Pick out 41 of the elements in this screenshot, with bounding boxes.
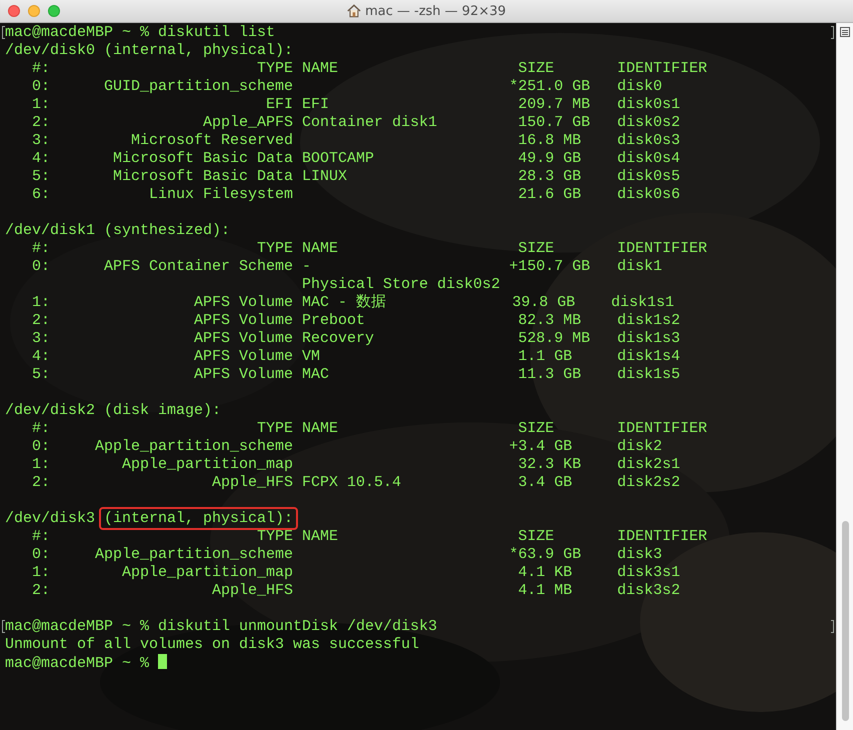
terminal-line: /dev/disk2 (disk image):	[5, 402, 222, 419]
terminal-line: 0: Apple_partition_scheme +3.4 GB disk2	[31, 438, 662, 455]
terminal-line: mac@macdeMBP ~ % diskutil unmountDisk /dev/disk3	[5, 618, 438, 635]
terminal-line: Physical Store disk0s2	[301, 276, 500, 293]
terminal-line: 1: EFI EFI 209.7 MB disk0s1	[31, 96, 680, 113]
terminal-line: 1: Apple_partition_map 32.3 KB disk2s1	[31, 456, 680, 473]
terminal-line: 2: Apple_HFS 4.1 MB disk3s2	[31, 582, 680, 599]
terminal-line: 6: Linux Filesystem 21.6 GB disk0s6	[31, 186, 680, 203]
terminal-line: 0: GUID_partition_scheme *251.0 GB disk0	[31, 78, 662, 95]
terminal-line: 5: APFS Volume MAC 11.3 GB disk1s5	[31, 366, 680, 383]
terminal-line: 2: Apple_APFS Container disk1 150.7 GB disk0s2	[31, 114, 680, 131]
terminal-line: #: TYPE NAME SIZE IDENTIFIER	[31, 240, 708, 257]
terminal-line: 2: APFS Volume Preboot 82.3 MB disk1s2	[31, 312, 680, 329]
terminal-line: 4: Microsoft Basic Data BOOTCAMP 49.9 GB disk0s4	[31, 150, 680, 167]
terminal-line: 3: APFS Volume Recovery 528.9 MB disk1s3	[31, 330, 680, 347]
scrollbar[interactable]	[836, 23, 853, 730]
terminal-line: 3: Microsoft Reserved 16.8 MB disk0s3	[31, 132, 680, 149]
terminal-line: #: TYPE NAME SIZE IDENTIFIER	[31, 420, 708, 437]
terminal-line: 0: Apple_partition_scheme *63.9 GB disk3	[31, 546, 662, 563]
terminal-line: mac@macdeMBP ~ %	[5, 655, 150, 672]
terminal-line: 5: Microsoft Basic Data LINUX 28.3 GB disk0s5	[31, 168, 680, 185]
terminal-line: mac@macdeMBP ~ % diskutil list	[5, 24, 276, 41]
terminal-line: 4: APFS Volume VM 1.1 GB disk1s4	[31, 348, 680, 365]
terminal-line: /dev/disk1 (synthesized):	[5, 222, 230, 239]
zoom-button[interactable]	[48, 5, 60, 17]
terminal-line: 1: Apple_partition_map 4.1 KB disk3s1	[31, 564, 680, 581]
terminal-line: /dev/disk3	[5, 510, 96, 527]
terminal-line: Unmount of all volumes on disk3 was successful	[5, 636, 420, 653]
window-title: mac — -zsh — 92×39	[365, 4, 506, 18]
terminal-line: 0: APFS Container Scheme - +150.7 GB disk1	[31, 258, 662, 275]
terminal-line: 2: Apple_HFS FCPX 10.5.4 3.4 GB disk2s2	[31, 474, 680, 491]
terminal-line: /dev/disk0 (internal, physical):	[5, 42, 294, 59]
terminal-line: 1: APFS Volume MAC - 数据 39.8 GB disk1s1	[31, 294, 674, 311]
terminal-line: #: TYPE NAME SIZE IDENTIFIER	[31, 528, 708, 545]
house-icon	[347, 4, 362, 18]
highlighted-text: (internal, physical):	[99, 507, 298, 530]
terminal-line: #: TYPE NAME SIZE IDENTIFIER	[31, 60, 708, 77]
minimize-button[interactable]	[28, 5, 40, 17]
close-button[interactable]	[8, 5, 20, 17]
scroll-thumb[interactable]	[842, 521, 849, 721]
lines-icon[interactable]	[840, 27, 850, 37]
